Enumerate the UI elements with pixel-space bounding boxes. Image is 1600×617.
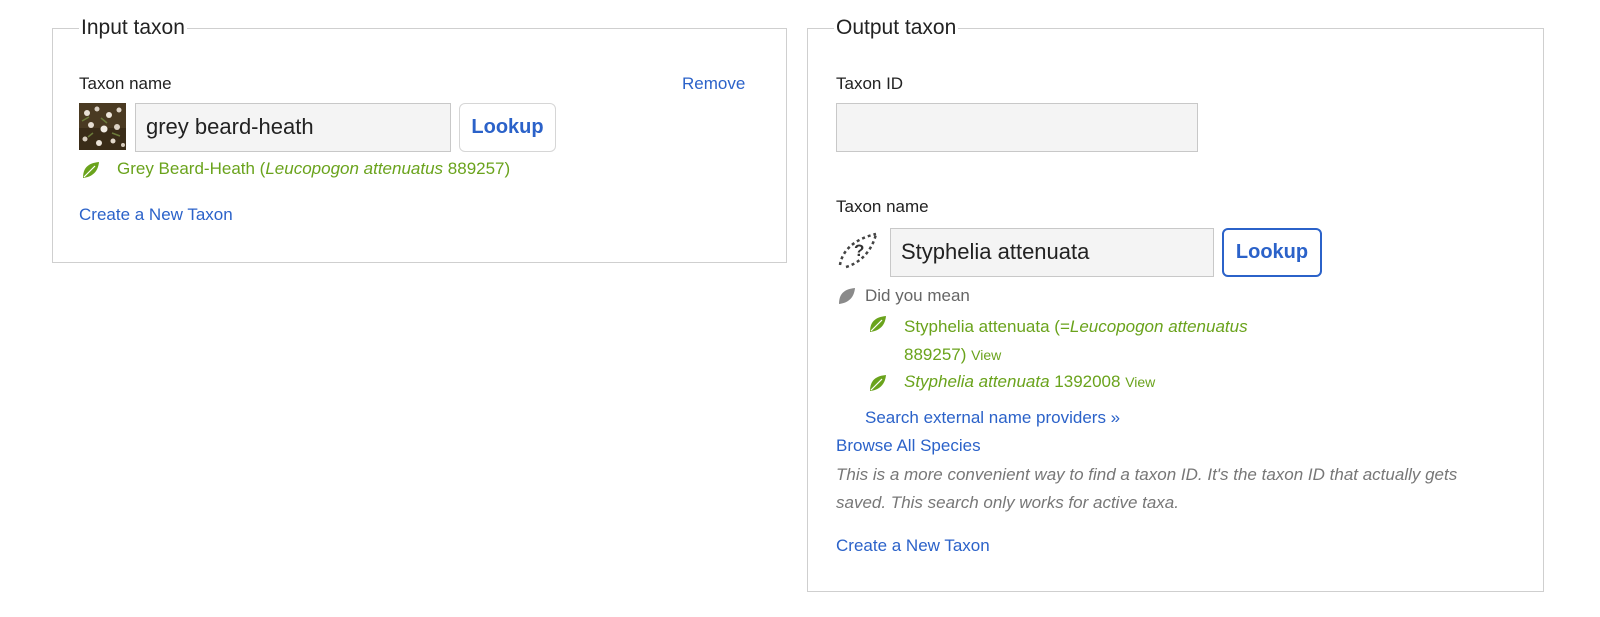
output-taxon-legend: Output taxon <box>836 16 957 39</box>
search-external-link[interactable]: Search external name providers » <box>865 408 1120 428</box>
unknown-taxon-icon: ? <box>836 229 882 269</box>
suggestion-id: 889257) <box>904 345 967 364</box>
svg-text:?: ? <box>854 241 864 260</box>
taxon-id-field[interactable] <box>836 103 1198 152</box>
suggestion-item[interactable]: Styphelia attenuata (=Leucopogon attenua… <box>904 313 1248 369</box>
hint-line: saved. This search only works for active… <box>836 493 1179 512</box>
remove-link[interactable]: Remove <box>682 74 745 94</box>
gray-leaf-icon <box>836 286 856 306</box>
input-lookup-button[interactable]: Lookup <box>459 103 556 152</box>
view-link[interactable]: View <box>971 347 1001 363</box>
input-taxon-legend: Input taxon <box>81 16 185 39</box>
output-taxon-name-field[interactable]: Styphelia attenuata <box>890 228 1214 277</box>
selected-taxon-common: Grey Beard-Heath ( <box>117 159 266 178</box>
leaf-icon <box>867 314 887 334</box>
suggestion-item[interactable]: Styphelia attenuata 1392008 View <box>904 372 1155 392</box>
input-taxon-name-field[interactable]: grey beard-heath <box>135 103 451 152</box>
taxon-id-label: Taxon ID <box>836 74 904 93</box>
suggestion-name: Styphelia attenuata (= <box>904 317 1070 336</box>
input-create-taxon-link[interactable]: Create a New Taxon <box>79 205 233 225</box>
output-create-taxon-link[interactable]: Create a New Taxon <box>836 536 990 556</box>
selected-taxon-scientific: Leucopogon attenuatus <box>265 159 444 178</box>
suggestion-id: 1392008 <box>1049 372 1121 391</box>
view-link[interactable]: View <box>1125 374 1155 390</box>
did-you-mean-text: Did you mean <box>865 286 970 305</box>
taxon-photo-thumbnail <box>79 103 126 150</box>
suggestion-synonym: Leucopogon attenuatus <box>1069 317 1248 336</box>
selected-taxon-id: 889257) <box>443 159 511 178</box>
input-selected-taxon[interactable]: Grey Beard-Heath (Leucopogon attenuatus … <box>117 159 510 179</box>
leaf-icon <box>80 160 100 180</box>
output-taxon-name-label: Taxon name <box>836 197 929 216</box>
output-lookup-button[interactable]: Lookup <box>1222 228 1322 277</box>
taxon-id-hint: This is a more convenient way to find a … <box>836 461 1526 517</box>
browse-all-species-link[interactable]: Browse All Species <box>836 436 981 456</box>
input-taxon-name-label: Taxon name <box>79 74 172 93</box>
leaf-icon <box>867 373 887 393</box>
hint-line: This is a more convenient way to find a … <box>836 465 1458 484</box>
suggestion-name: Styphelia attenuata <box>904 372 1050 391</box>
